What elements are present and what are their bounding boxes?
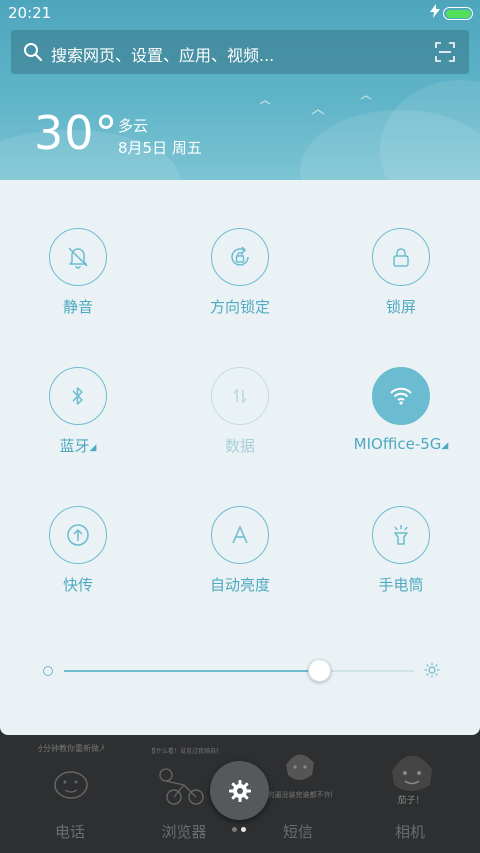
wifi-icon: [390, 387, 412, 405]
svg-text:看什么看！没见过我骑自行车吗: 看什么看！没见过我骑自行车吗: [152, 747, 218, 755]
app-phone[interactable]: 分分钟教你重新做人 电话: [10, 735, 130, 853]
slider-track[interactable]: [64, 670, 414, 672]
app-label: 相机: [394, 823, 425, 841]
page-dot: [241, 827, 246, 832]
home-dock: 分分钟教你重新做人 电话 看什么看！没见过我骑自行车吗 浏览器 今天的逼没装完谁…: [0, 735, 480, 853]
svg-text:今天的逼没装完谁都不许睡！: 今天的逼没装完谁都不许睡！: [266, 790, 332, 799]
slider-fill: [64, 670, 320, 672]
cloud-shape: [380, 80, 480, 180]
brightness-low-icon: [43, 666, 53, 676]
app-label: 短信: [282, 823, 313, 841]
toggle-circle[interactable]: [211, 506, 269, 564]
toggle-mute[interactable]: 静音: [18, 228, 138, 338]
toggle-circle[interactable]: [49, 367, 107, 425]
meme-face-icon: 今天的逼没装完谁都不许睡！: [266, 754, 332, 799]
status-time: 20:21: [8, 4, 52, 22]
toggle-label-text: MIOffice-5G: [353, 435, 442, 453]
search-placeholder[interactable]: 搜索网页、设置、应用、视频...: [51, 42, 274, 66]
page-dot: [232, 827, 237, 832]
bluetooth-icon: [72, 387, 83, 405]
app-label: 电话: [54, 823, 85, 841]
app-camera[interactable]: 茄子！ 相机: [350, 735, 470, 853]
brightness-high-icon: [424, 662, 440, 678]
toggle-circle[interactable]: [49, 506, 107, 564]
quick-settings-panel: 静音 方向锁定 锁屏 蓝牙◢ 数据 MIOffice-5G◢ 快传 自动亮度 手…: [0, 180, 480, 735]
more-options-icon: ◢: [441, 441, 449, 451]
slider-thumb[interactable]: [308, 659, 331, 682]
toggle-circle[interactable]: [372, 367, 430, 425]
more-options-icon: ◢: [89, 443, 97, 453]
toggle-auto-brightness[interactable]: 自动亮度: [180, 506, 300, 616]
bell-off-icon: [68, 247, 88, 269]
transfer-icon: [67, 524, 89, 546]
toggle-label-text: 蓝牙: [59, 437, 90, 455]
toggle-circle[interactable]: [49, 228, 107, 286]
meme-face-icon: 茄子！: [392, 755, 432, 806]
toggle-quick-transfer[interactable]: 快传: [18, 506, 138, 616]
mobile-data-icon: [233, 388, 247, 404]
app-label: 浏览器: [161, 823, 207, 841]
meme-bicycle-icon: 看什么看！没见过我骑自行车吗: [152, 747, 218, 805]
toggle-label: 锁屏: [385, 298, 416, 316]
charging-icon: [430, 4, 440, 22]
gear-icon: [228, 779, 251, 802]
settings-button[interactable]: [210, 761, 269, 820]
meme-face-icon: 分分钟教你重新做人: [38, 743, 104, 799]
toggle-label: 手电筒: [378, 576, 424, 594]
toggle-mobile-data[interactable]: 数据: [180, 367, 300, 477]
toggle-bluetooth[interactable]: 蓝牙◢: [18, 367, 138, 477]
toggle-label: 快传: [62, 576, 93, 594]
toggle-label: 蓝牙◢: [0, 435, 158, 456]
weather-header: 20:21 搜索网页、设置、应用、视频... 30° 多云 8月5日 周五: [0, 0, 480, 180]
toggle-flashlight[interactable]: 手电筒: [341, 506, 461, 616]
toggle-circle[interactable]: [211, 367, 269, 425]
page-indicator: [232, 827, 248, 833]
flashlight-icon: [394, 525, 408, 545]
scan-icon[interactable]: [435, 42, 455, 62]
battery-level: [445, 9, 471, 18]
toggle-circle[interactable]: [372, 506, 430, 564]
search-bar[interactable]: 搜索网页、设置、应用、视频...: [11, 30, 469, 74]
birds-decoration: [259, 95, 372, 115]
svg-text:茄子！: 茄子！: [397, 794, 424, 806]
svg-text:分分钟教你重新做人: 分分钟教你重新做人: [38, 743, 104, 753]
battery-icon: [443, 7, 473, 20]
toggle-circle[interactable]: [211, 228, 269, 286]
temperature: 30°: [34, 106, 119, 160]
toggle-label: 数据: [224, 437, 255, 455]
toggle-label: 自动亮度: [209, 576, 270, 594]
toggle-label: MIOffice-5G◢: [321, 435, 480, 453]
weather-date: 8月5日 周五: [118, 139, 202, 157]
rotation-lock-icon: [231, 246, 249, 266]
weather-condition: 多云: [118, 117, 149, 135]
toggle-wifi[interactable]: MIOffice-5G◢: [341, 367, 461, 477]
toggle-label: 方向锁定: [209, 298, 270, 316]
status-bar: 20:21: [0, 0, 480, 26]
toggle-circle[interactable]: [372, 228, 430, 286]
search-icon: [24, 43, 43, 62]
auto-brightness-icon: [232, 525, 248, 544]
lock-icon: [393, 248, 409, 267]
toggle-label: 静音: [62, 298, 93, 316]
brightness-slider[interactable]: [40, 658, 440, 688]
toggle-rotation-lock[interactable]: 方向锁定: [180, 228, 300, 338]
toggle-lock-screen[interactable]: 锁屏: [341, 228, 461, 338]
